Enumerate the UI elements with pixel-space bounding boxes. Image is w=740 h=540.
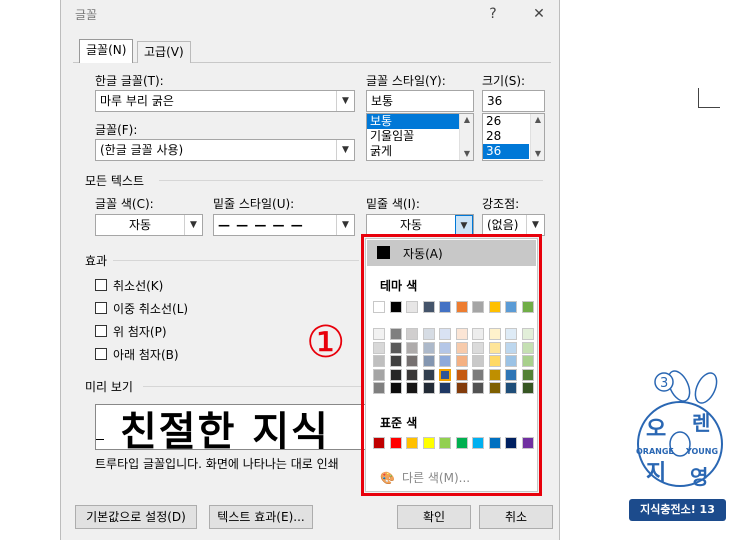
- logo-name-top-right: 렌: [692, 411, 710, 435]
- effects-section-title: 효과: [85, 254, 108, 268]
- double-strikethrough-label[interactable]: 이중 취소선(L): [113, 300, 188, 317]
- superscript-checkbox[interactable]: [95, 325, 107, 337]
- tab-font[interactable]: 글꼴(N): [79, 39, 134, 63]
- annotation-marker: ①: [306, 317, 346, 368]
- chevron-down-icon[interactable]: ▼: [455, 215, 473, 235]
- font-style-list[interactable]: 보통 기울임꼴 굵게 ▲ ▼: [366, 113, 474, 161]
- text-effects-button[interactable]: 텍스트 효과(E)...: [209, 505, 313, 529]
- scroll-up-icon[interactable]: ▲: [460, 114, 473, 126]
- logo-word-right: YOUNG: [685, 447, 718, 456]
- font-label: 글꼴(F):: [95, 123, 138, 137]
- font-style-option[interactable]: 기울임꼴: [367, 129, 473, 144]
- preview-underline-mark: [96, 439, 104, 440]
- section-divider: [143, 386, 363, 387]
- subscript-label[interactable]: 아래 첨자(B): [113, 346, 179, 363]
- section-divider: [113, 260, 359, 261]
- logo-banner: 지식충전소! 13: [629, 499, 726, 521]
- strikethrough-checkbox[interactable]: [95, 279, 107, 291]
- underline-color-label: 밑줄 색(I):: [366, 197, 420, 211]
- emphasis-combo[interactable]: (없음) ▼: [482, 214, 545, 236]
- highlight-annotation-box: [361, 234, 542, 496]
- korean-font-combo[interactable]: 마루 부리 굵은 ▼: [95, 90, 355, 112]
- font-style-option[interactable]: 보통: [367, 114, 473, 129]
- emphasis-value: (없음): [487, 218, 519, 232]
- all-text-section-title: 모든 텍스트: [85, 174, 145, 188]
- subscript-checkbox[interactable]: [95, 348, 107, 360]
- size-label: 크기(S):: [482, 74, 526, 88]
- double-strikethrough-checkbox[interactable]: [95, 302, 107, 314]
- preview-sample-text: 친절한 지식: [120, 409, 330, 450]
- chevron-down-icon[interactable]: ▼: [184, 215, 202, 235]
- chevron-down-icon[interactable]: ▼: [336, 91, 354, 111]
- font-value: (한글 글꼴 사용): [100, 143, 184, 157]
- logo-name-bottom-left: 지: [646, 461, 666, 486]
- preview-section-title: 미리 보기: [85, 380, 133, 394]
- strikethrough-label[interactable]: 취소선(K): [113, 277, 163, 294]
- underline-color-combo[interactable]: 자동 ▼: [366, 214, 474, 236]
- underline-color-value: 자동: [399, 218, 423, 232]
- size-option[interactable]: 36: [483, 144, 529, 159]
- font-color-label: 글꼴 색(C):: [95, 197, 154, 211]
- underline-style-label: 밑줄 스타일(U):: [213, 197, 295, 211]
- dialog-title: 글꼴: [75, 8, 98, 22]
- logo-badge-number: 3: [660, 376, 668, 391]
- font-color-combo[interactable]: 자동 ▼: [95, 214, 203, 236]
- set-default-button[interactable]: 기본값으로 설정(D): [75, 505, 197, 529]
- emphasis-label: 강조점:: [482, 197, 520, 211]
- chevron-down-icon[interactable]: ▼: [336, 140, 354, 160]
- size-input[interactable]: 36: [482, 90, 545, 112]
- scrollbar[interactable]: ▲ ▼: [530, 114, 544, 160]
- font-color-value: 자동: [128, 218, 152, 232]
- size-list[interactable]: 26 28 36 ▲ ▼: [482, 113, 545, 161]
- close-button[interactable]: ✕: [527, 2, 551, 26]
- scroll-down-icon[interactable]: ▼: [460, 148, 473, 160]
- tab-advanced[interactable]: 고급(V): [137, 41, 191, 63]
- superscript-label[interactable]: 위 첨자(P): [113, 323, 167, 340]
- chevron-down-icon[interactable]: ▼: [526, 215, 544, 235]
- font-combo[interactable]: (한글 글꼴 사용) ▼: [95, 139, 355, 161]
- underline-style-combo[interactable]: — — — — — ▼: [213, 214, 355, 236]
- scroll-down-icon[interactable]: ▼: [531, 148, 544, 160]
- logo-word-left: ORANGE: [636, 447, 674, 456]
- underline-style-value: — — — — —: [218, 218, 304, 232]
- help-button[interactable]: ?: [481, 2, 505, 26]
- cancel-button[interactable]: 취소: [479, 505, 553, 529]
- logo-name-bottom-right: 영: [690, 465, 708, 489]
- preview-description: 트루타입 글꼴입니다. 화면에 나타나는 대로 인쇄: [95, 457, 339, 471]
- korean-font-value: 마루 부리 굵은: [100, 94, 174, 108]
- section-divider: [159, 180, 543, 181]
- font-style-input[interactable]: 보통: [366, 90, 474, 112]
- font-style-option[interactable]: 굵게: [367, 144, 473, 159]
- font-style-label: 글꼴 스타일(Y):: [366, 74, 446, 88]
- scrollbar[interactable]: ▲ ▼: [459, 114, 473, 160]
- chevron-down-icon[interactable]: ▼: [336, 215, 354, 235]
- document-corner-mark: [698, 88, 720, 108]
- scroll-up-icon[interactable]: ▲: [531, 114, 544, 126]
- korean-font-label: 한글 글꼴(T):: [95, 74, 164, 88]
- ok-button[interactable]: 확인: [397, 505, 471, 529]
- logo-name-top-left: 오: [646, 417, 666, 442]
